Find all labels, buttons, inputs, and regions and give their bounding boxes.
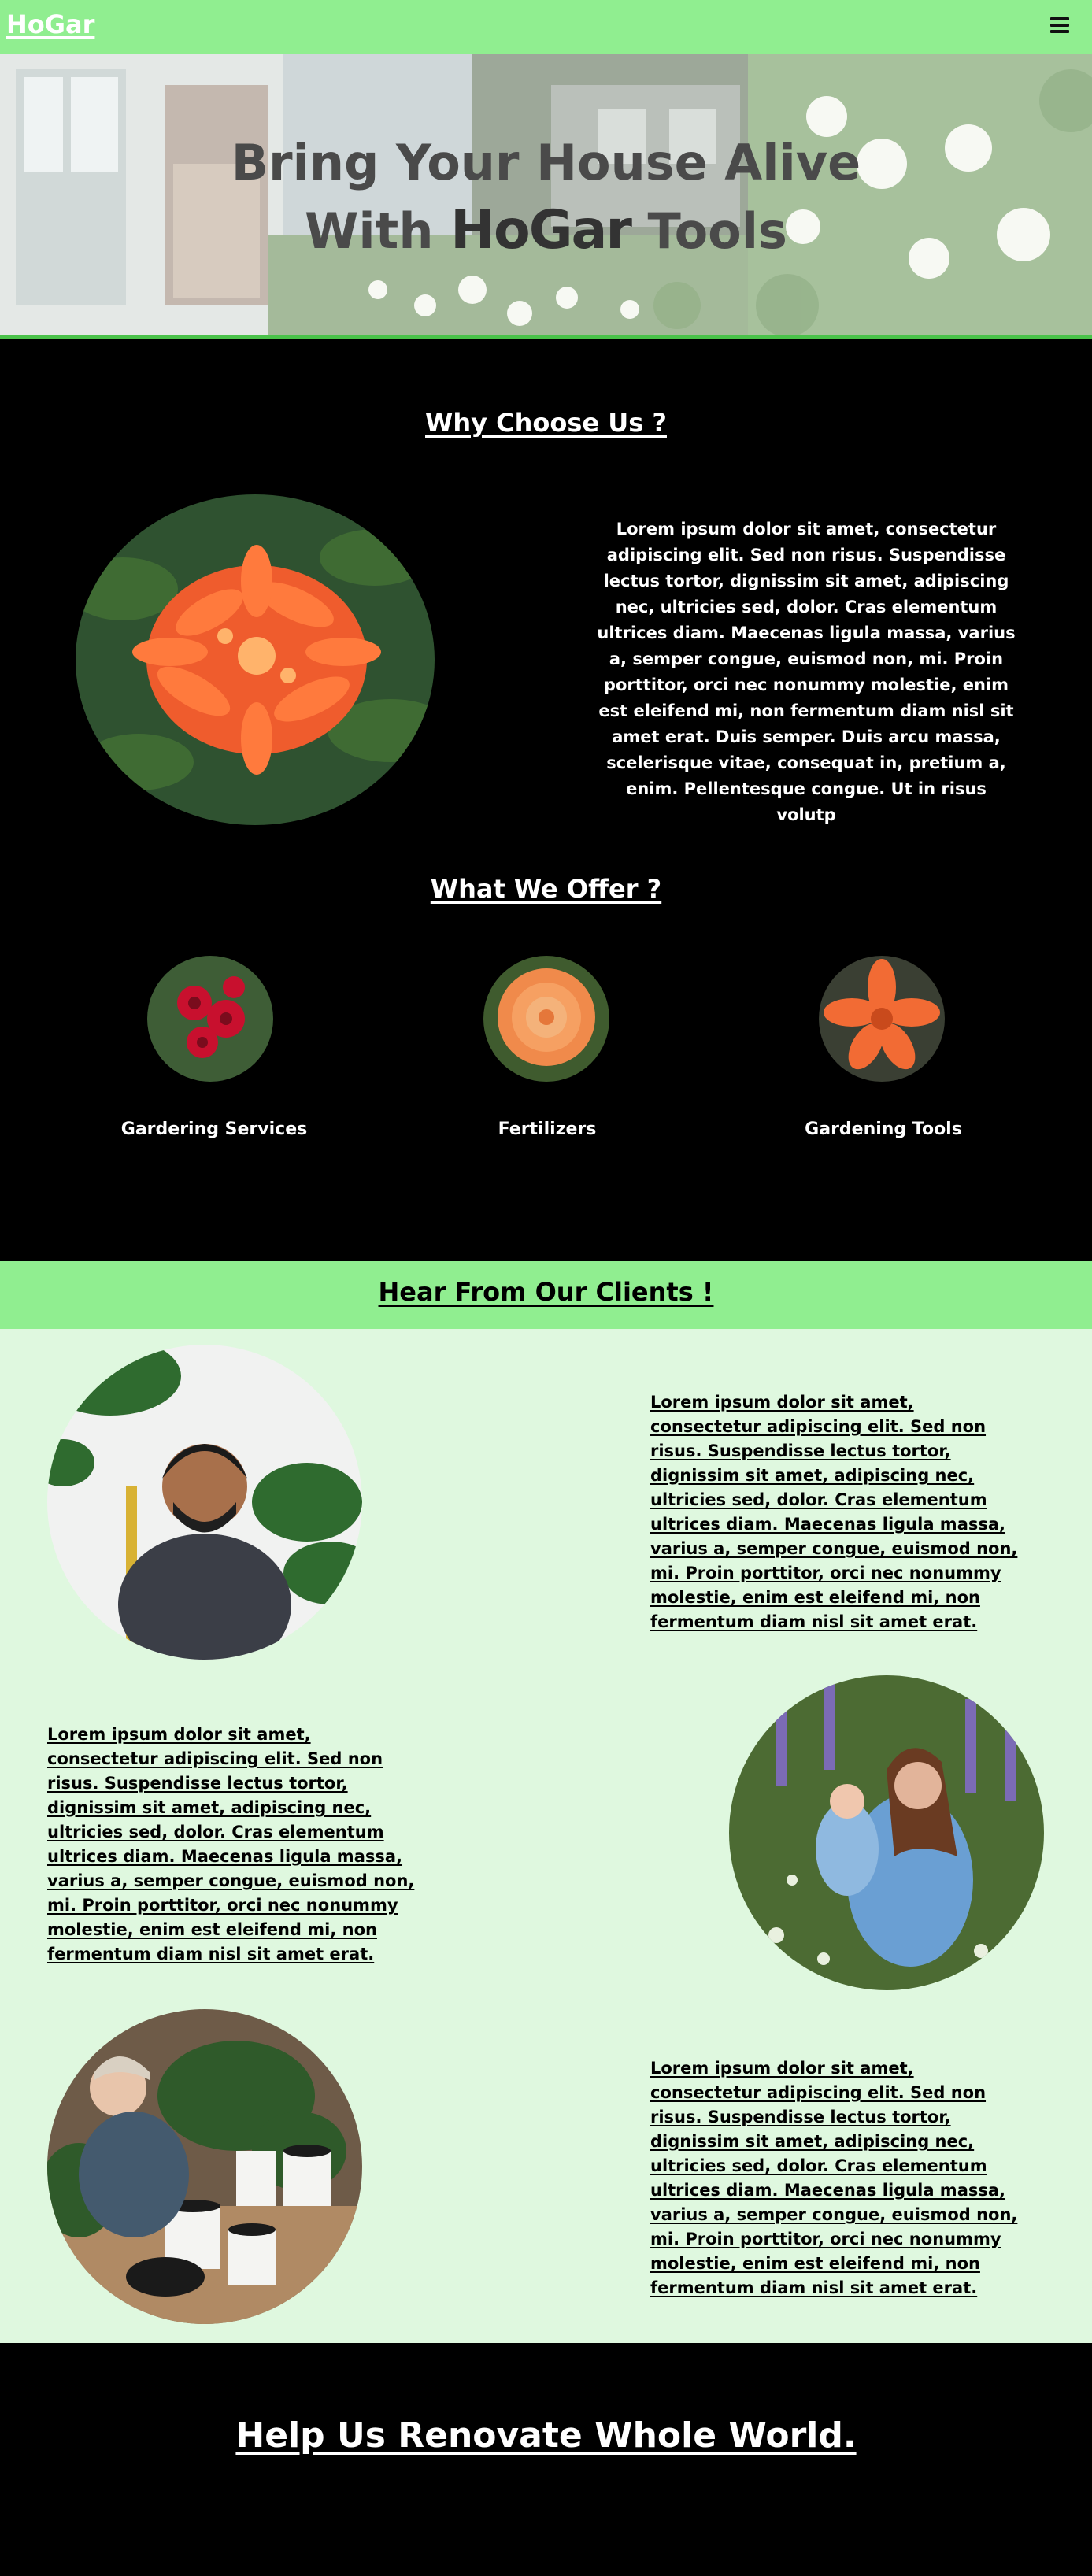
offer-image-gardening-tools xyxy=(819,956,945,1082)
testimonial-text-2: Lorem ipsum dolor sit amet, consectetur … xyxy=(47,1725,415,1963)
hero-title-line2: With HoGar Tools xyxy=(305,199,787,261)
testimonial-text-1: Lorem ipsum dolor sit amet, consectetur … xyxy=(650,1393,1018,1631)
top-navbar: HoGar xyxy=(0,0,1092,54)
why-choose-us-text: Lorem ipsum dolor sit amet, consectetur … xyxy=(597,520,1016,824)
client-photo-1 xyxy=(47,1345,362,1660)
client-photo-2 xyxy=(729,1675,1044,1990)
hamburger-menu-icon[interactable] xyxy=(1048,17,1072,35)
clients-heading: Hear From Our Clients ! xyxy=(378,1277,714,1307)
client-photo-3 xyxy=(47,2009,362,2324)
offer-image-fertilizers xyxy=(483,956,609,1082)
why-choose-flower-image xyxy=(76,494,435,825)
site-logo[interactable]: HoGar xyxy=(6,9,94,39)
hero-banner: Bring Your House Alive With HoGar Tools xyxy=(0,54,1092,339)
why-choose-us-heading: Why Choose Us ? xyxy=(425,408,667,438)
footer: Help Us Renovate Whole World. xyxy=(0,2343,1092,2576)
offer-label-fertilizers: Fertilizers xyxy=(498,1120,597,1139)
offer-label-gardening-services: Gardering Services xyxy=(120,1120,308,1139)
testimonial-text-3: Lorem ipsum dolor sit amet, consectetur … xyxy=(650,2059,1018,2297)
what-we-offer-heading: What We Offer ? xyxy=(430,874,662,904)
hero-brand: HoGar xyxy=(450,199,632,261)
hero-title: Bring Your House Alive With HoGar Tools xyxy=(0,129,1092,265)
footer-heading: Help Us Renovate Whole World. xyxy=(235,2415,857,2456)
hero-title-line1: Bring Your House Alive xyxy=(231,134,861,191)
offer-image-gardening-services xyxy=(147,956,273,1082)
clients-heading-bar: Hear From Our Clients ! xyxy=(0,1261,1092,1329)
offer-label-gardening-tools: Gardening Tools xyxy=(805,1120,962,1139)
